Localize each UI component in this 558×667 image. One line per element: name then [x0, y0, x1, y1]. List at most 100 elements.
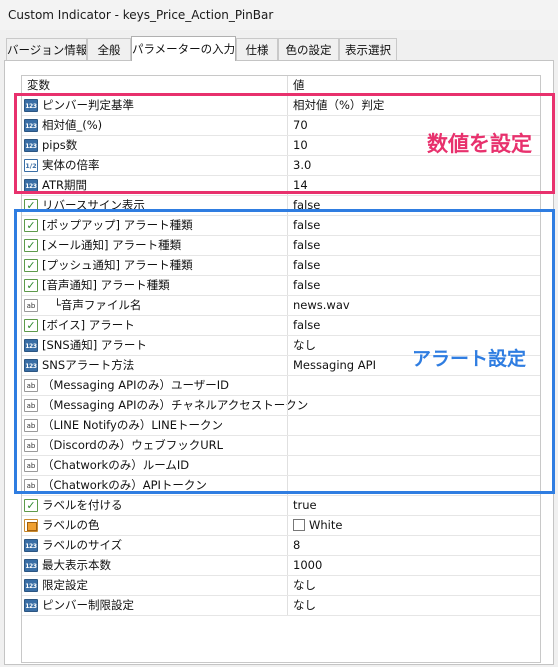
string-icon: ab	[24, 379, 38, 392]
parameter-name: 実体の倍率	[42, 158, 100, 172]
parameter-value[interactable]: true	[293, 496, 317, 515]
parameter-name: 相対値_(%)	[42, 118, 103, 132]
parameter-value[interactable]: 8	[293, 536, 300, 555]
cell-divider	[287, 236, 288, 255]
number-icon: 123	[24, 339, 38, 352]
string-icon: ab	[24, 399, 38, 412]
parameter-value[interactable]: なし	[293, 596, 316, 615]
cell-divider	[287, 296, 288, 315]
parameter-value[interactable]: 相対値（%）判定	[293, 96, 384, 115]
parameter-value[interactable]: Messaging API	[293, 356, 376, 375]
parameter-row[interactable]: 123 限定設定 なし	[22, 576, 540, 596]
tab-specification[interactable]: 仕様	[236, 38, 278, 60]
parameter-row[interactable]: ab （Messaging APIのみ）ユーザーID	[22, 376, 540, 396]
parameter-name: ラベルの色	[42, 518, 100, 532]
parameter-value[interactable]: false	[293, 216, 320, 235]
parameter-value[interactable]: news.wav	[293, 296, 350, 315]
bool-icon: ✓	[24, 279, 38, 292]
parameter-value[interactable]: 70	[293, 116, 308, 135]
string-icon: ab	[24, 459, 38, 472]
cell-divider	[287, 376, 288, 395]
parameter-row[interactable]: ✓ [プッシュ通知] アラート種類 false	[22, 256, 540, 276]
parameter-value[interactable]: 1000	[293, 556, 322, 575]
parameter-value[interactable]: White	[293, 516, 342, 535]
cell-divider	[287, 316, 288, 335]
parameter-row[interactable]: ab （Discordのみ）ウェブフックURL	[22, 436, 540, 456]
bool-icon: ✓	[24, 219, 38, 232]
tab-color-settings[interactable]: 色の設定	[278, 38, 339, 60]
parameter-name: ピンバー制限設定	[42, 598, 134, 612]
parameter-name: ラベルを付ける	[42, 498, 123, 512]
parameter-row[interactable]: ✓ ラベルを付ける true	[22, 496, 540, 516]
parameter-name: ピンバー判定基準	[42, 98, 134, 112]
parameter-value[interactable]: false	[293, 276, 320, 295]
string-icon: ab	[24, 479, 38, 492]
parameter-row[interactable]: ab （Chatworkのみ）ルームID	[22, 456, 540, 476]
bool-icon: ✓	[24, 199, 38, 212]
column-header-variable[interactable]: 変数	[22, 76, 50, 95]
parameter-name: 最大表示本数	[42, 558, 111, 572]
parameter-name: ATR期間	[42, 178, 87, 192]
parameter-row[interactable]: ✓ [音声通知] アラート種類 false	[22, 276, 540, 296]
parameter-value[interactable]: false	[293, 256, 320, 275]
color-swatch[interactable]	[293, 519, 305, 531]
number-icon: 123	[24, 579, 38, 592]
tab-version-info[interactable]: バージョン情報	[6, 38, 87, 60]
string-icon: ab	[24, 299, 38, 312]
parameter-row[interactable]: 123 最大表示本数 1000	[22, 556, 540, 576]
parameter-row[interactable]: 123 ATR期間 14	[22, 176, 540, 196]
tab-display-selection[interactable]: 表示選択	[339, 38, 397, 60]
column-header-value[interactable]: 値	[288, 76, 305, 95]
parameter-name: （Chatworkのみ）APIトークン	[42, 478, 207, 492]
parameter-row[interactable]: 123 ピンバー制限設定 なし	[22, 596, 540, 616]
number-icon: 123	[24, 599, 38, 612]
parameter-row[interactable]: ab （Messaging APIのみ）チャネルアクセストークン	[22, 396, 540, 416]
numeric-settings-callout: 数値を設定	[427, 132, 532, 156]
cell-divider	[287, 456, 288, 475]
parameter-name: [プッシュ通知] アラート種類	[42, 258, 193, 272]
parameter-value[interactable]: なし	[293, 576, 316, 595]
parameter-row[interactable]: 1/2 実体の倍率 3.0	[22, 156, 540, 176]
parameter-row[interactable]: ab （LINE Notifyのみ）LINEトークン	[22, 416, 540, 436]
parameter-name: [ポップアップ] アラート種類	[42, 218, 193, 232]
parameter-row[interactable]: ✓ [ポップアップ] アラート種類 false	[22, 216, 540, 236]
parameter-name: ラベルのサイズ	[42, 538, 123, 552]
parameter-name: （Messaging APIのみ）チャネルアクセストークン	[42, 398, 309, 412]
parameter-value[interactable]: 10	[293, 136, 308, 155]
parameter-name: [音声通知] アラート種類	[42, 278, 170, 292]
parameter-row[interactable]: ab └音声ファイル名 news.wav	[22, 296, 540, 316]
cell-divider	[287, 216, 288, 235]
string-icon: ab	[24, 439, 38, 452]
parameter-row[interactable]: ✓ [メール通知] アラート種類 false	[22, 236, 540, 256]
tab-parameters[interactable]: パラメーターの入力	[131, 36, 236, 61]
parameter-row[interactable]: ✓ リバースサイン表示 false	[22, 196, 540, 216]
parameter-value[interactable]: なし	[293, 336, 316, 355]
cell-divider	[287, 476, 288, 495]
grid-header: 変数 値	[22, 76, 540, 95]
number-icon: 123	[24, 139, 38, 152]
parameter-name: SNSアラート方法	[42, 358, 135, 372]
parameter-value[interactable]: false	[293, 236, 320, 255]
cell-divider	[287, 156, 288, 175]
parameter-name: [ボイス] アラート	[42, 318, 135, 332]
string-icon: ab	[24, 419, 38, 432]
parameter-name: （Messaging APIのみ）ユーザーID	[42, 378, 229, 392]
parameter-row[interactable]: ab （Chatworkのみ）APIトークン	[22, 476, 540, 496]
parameter-value[interactable]: false	[293, 316, 320, 335]
cell-divider	[287, 596, 288, 615]
cell-divider	[287, 336, 288, 355]
tab-general[interactable]: 全般	[87, 38, 131, 60]
number-icon: 123	[24, 559, 38, 572]
parameter-row[interactable]: ラベルの色 White	[22, 516, 540, 536]
parameter-row[interactable]: 123 ピンバー判定基準 相対値（%）判定	[22, 96, 540, 116]
parameter-value[interactable]: 14	[293, 176, 308, 195]
cell-divider	[287, 576, 288, 595]
parameter-name: └音声ファイル名	[54, 298, 142, 312]
bool-icon: ✓	[24, 259, 38, 272]
parameter-row[interactable]: ✓ [ボイス] アラート false	[22, 316, 540, 336]
cell-divider	[287, 416, 288, 435]
parameter-value[interactable]: false	[293, 196, 320, 215]
parameter-value[interactable]: 3.0	[293, 156, 311, 175]
parameter-name: （Discordのみ）ウェブフックURL	[42, 438, 224, 452]
parameter-row[interactable]: 123 ラベルのサイズ 8	[22, 536, 540, 556]
